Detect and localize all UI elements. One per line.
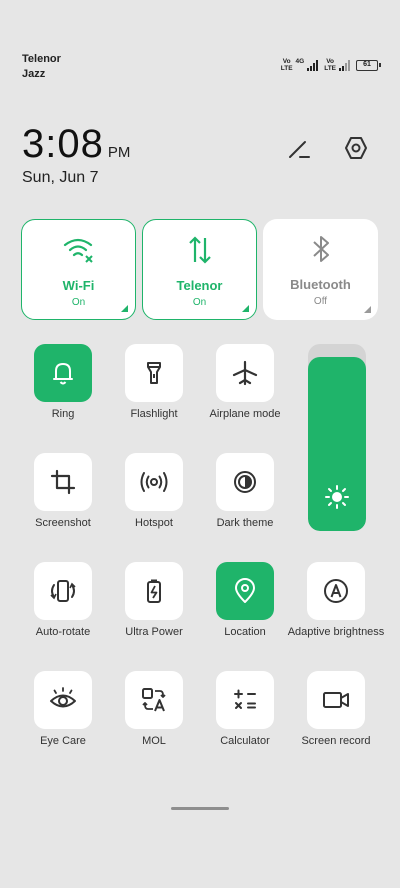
gear-icon: [345, 137, 367, 159]
bluetooth-state: Off: [313, 296, 328, 307]
tile-adaptive-brightness-label: Adaptive brightness: [287, 626, 385, 638]
eye-icon: [50, 687, 76, 708]
mobile-data-label: Telenor: [176, 278, 223, 293]
battery-icon: 61: [356, 60, 381, 71]
tile-auto-rotate-label: Auto-rotate: [35, 626, 91, 638]
mobile-data-tile[interactable]: Telenor On: [142, 219, 257, 320]
carrier-primary: Telenor: [22, 53, 61, 65]
tile-dark-theme-label: Dark theme: [216, 517, 274, 529]
wifi-tile[interactable]: Wi-Fi On: [21, 219, 136, 320]
bluetooth-tile[interactable]: Bluetooth Off: [263, 219, 378, 320]
signal-sim1-icon: [307, 60, 319, 71]
tile-adaptive-brightness[interactable]: Adaptive brightness: [288, 562, 384, 652]
adaptive-brightness-icon: [324, 579, 348, 603]
pencil-icon: [289, 141, 310, 158]
signal-sim2-icon: [339, 60, 350, 71]
tile-ultra-power-label: Ultra Power: [125, 626, 183, 638]
tile-auto-rotate[interactable]: Auto-rotate: [17, 562, 109, 652]
home-indicator[interactable]: [171, 807, 229, 810]
tile-ultra-power[interactable]: Ultra Power: [108, 562, 200, 652]
bluetooth-icon: [312, 236, 329, 262]
tile-calculator-label: Calculator: [220, 735, 270, 747]
tile-screen-record-label: Screen record: [301, 735, 371, 747]
volte-tag-sim1: Vo LTE: [280, 58, 293, 72]
tile-airplane[interactable]: Airplane mode: [199, 344, 291, 434]
hotspot-icon: [140, 472, 168, 492]
wifi-off-icon: [63, 238, 93, 263]
airplane-icon: [232, 360, 258, 386]
tile-ring[interactable]: Ring: [17, 344, 109, 434]
tile-flashlight[interactable]: Flashlight: [108, 344, 200, 434]
tile-location[interactable]: Location: [199, 562, 291, 652]
sun-icon: [325, 485, 349, 509]
tile-eye-care[interactable]: Eye Care: [17, 671, 109, 761]
brightness-slider[interactable]: [308, 344, 366, 531]
dark-theme-icon: [234, 471, 256, 493]
tile-location-label: Location: [224, 626, 266, 638]
bluetooth-expand-icon[interactable]: [364, 306, 371, 313]
crop-icon: [50, 469, 76, 495]
mobile-data-icon: [188, 236, 211, 264]
translate-icon: [142, 688, 166, 712]
tile-airplane-label: Airplane mode: [209, 408, 281, 420]
tile-screenshot[interactable]: Screenshot: [17, 453, 109, 543]
tile-eye-care-label: Eye Care: [40, 735, 86, 747]
status-icons: Vo LTE 4G Vo LTE 61: [280, 58, 381, 72]
tile-flashlight-label: Flashlight: [130, 408, 178, 420]
bell-icon: [53, 363, 73, 385]
wifi-state: On: [71, 297, 86, 308]
edit-button[interactable]: [284, 133, 314, 163]
clock[interactable]: 3:08 PM: [22, 122, 130, 167]
auto-rotate-icon: [50, 580, 76, 602]
bluetooth-label: Bluetooth: [290, 277, 351, 292]
settings-button[interactable]: [341, 133, 371, 163]
clock-ampm: PM: [107, 144, 131, 161]
tile-calculator[interactable]: Calculator: [199, 671, 291, 761]
battery-bolt-icon: [147, 579, 161, 603]
tile-screenshot-label: Screenshot: [35, 517, 91, 529]
tile-ring-label: Ring: [51, 408, 75, 420]
tile-mol-label: MOL: [142, 735, 166, 747]
tile-hotspot[interactable]: Hotspot: [108, 453, 200, 543]
volte-tag-sim2: Vo LTE: [324, 58, 336, 72]
carrier-secondary: Jazz: [22, 68, 46, 80]
mobile-data-state: On: [192, 297, 207, 308]
status-bar: Telenor Jazz Vo LTE 4G Vo LTE 61: [0, 0, 400, 90]
calculator-icon: [234, 689, 256, 709]
tile-mol[interactable]: MOL: [108, 671, 200, 761]
network-type-tag: 4G: [295, 58, 305, 65]
flashlight-icon: [147, 362, 161, 384]
mobile-data-expand-icon[interactable]: [242, 305, 249, 312]
video-camera-icon: [323, 692, 349, 708]
clock-date[interactable]: Sun, Jun 7: [22, 169, 99, 187]
tile-screen-record[interactable]: Screen record: [290, 671, 382, 761]
location-pin-icon: [235, 578, 255, 603]
wifi-label: Wi-Fi: [62, 278, 95, 293]
clock-time: 3:08: [22, 122, 104, 166]
tile-hotspot-label: Hotspot: [135, 517, 173, 529]
tile-dark-theme[interactable]: Dark theme: [199, 453, 291, 543]
wifi-expand-icon[interactable]: [121, 305, 128, 312]
